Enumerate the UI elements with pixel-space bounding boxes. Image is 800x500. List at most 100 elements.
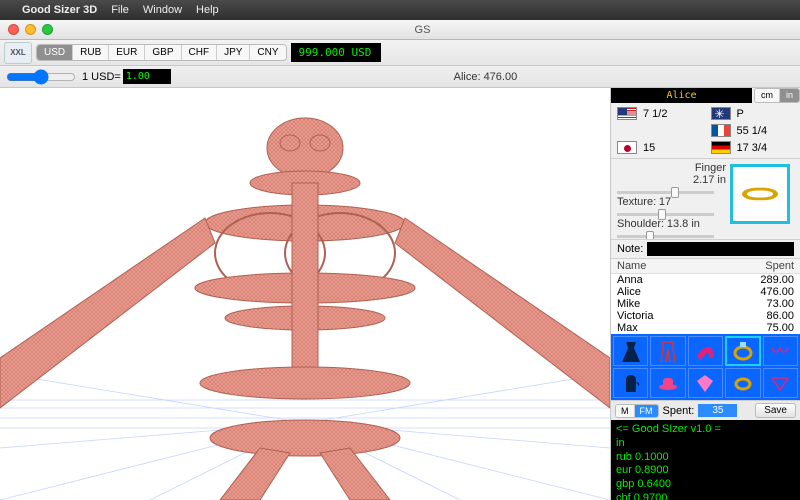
cat-bra[interactable]: [763, 336, 798, 366]
cat-heel[interactable]: [688, 336, 723, 366]
cat-ring2[interactable]: [725, 368, 760, 398]
finger-label: Finger: [695, 162, 726, 174]
ring-icon: [732, 340, 754, 362]
note-label: Note:: [617, 243, 643, 255]
flag-jp-icon: [617, 141, 637, 154]
table-row: Mike73.00: [611, 298, 800, 310]
sidebar: Alice cm in 7 1/2 P 55 1/4 15 17 3/4 Fin…: [610, 88, 800, 500]
3d-viewport[interactable]: [0, 88, 610, 500]
save-button[interactable]: Save: [755, 403, 796, 418]
toolbar: XXL USD RUB EUR GBP CHF JPY CNY 999.000 …: [0, 40, 800, 66]
console-line: in: [616, 437, 795, 451]
rate-input[interactable]: [123, 69, 171, 84]
size-fr: 55 1/4: [737, 125, 768, 137]
table-row: Anna289.00: [611, 274, 800, 286]
cat-ring[interactable]: [725, 336, 760, 366]
size-uk: P: [737, 108, 744, 120]
currency-eur[interactable]: EUR: [109, 45, 145, 60]
size-us: 7 1/2: [643, 108, 667, 120]
unit-cm[interactable]: cm: [755, 89, 780, 102]
currency-rub[interactable]: RUB: [73, 45, 109, 60]
window-titlebar: GS: [0, 20, 800, 40]
flag-de-icon: [711, 141, 731, 154]
window-title: GS: [53, 24, 792, 36]
console-line: rub 0.1000: [616, 451, 795, 465]
size-de: 17 3/4: [737, 142, 768, 154]
zoom-icon[interactable]: [42, 24, 53, 35]
currency-segmented[interactable]: USD RUB EUR GBP CHF JPY CNY: [36, 44, 287, 61]
ring-icon: [742, 188, 778, 201]
people-table[interactable]: NameSpent Anna289.00 Alice476.00 Mike73.…: [611, 258, 800, 334]
menu-file[interactable]: File: [111, 4, 129, 16]
console-output: <= Good SIzer v1.0 = in rub 0.1000 eur 0…: [611, 420, 800, 500]
table-row: Alice476.00: [611, 286, 800, 298]
hat-icon: [657, 372, 679, 394]
texture-slider[interactable]: [617, 213, 714, 216]
table-row: Victoria86.00: [611, 310, 800, 322]
finger-value: 2.17 in: [693, 174, 726, 186]
note-input[interactable]: [647, 242, 794, 256]
heel-icon: [694, 340, 716, 362]
cat-gem[interactable]: [688, 368, 723, 398]
finger-slider[interactable]: [617, 191, 714, 194]
currency-usd[interactable]: USD: [37, 45, 73, 60]
cat-hat[interactable]: [650, 368, 685, 398]
ring2-icon: [732, 372, 754, 394]
flag-fr-icon: [711, 124, 731, 137]
console-line: eur 0.8900: [616, 464, 795, 478]
unit-in[interactable]: in: [780, 89, 799, 102]
seg-m[interactable]: M: [616, 405, 635, 417]
secondary-toolbar: 1 USD= Alice: 476.00: [0, 66, 800, 88]
texture-label: Texture:: [617, 196, 656, 208]
cat-panty[interactable]: [763, 368, 798, 398]
profile-name[interactable]: Alice: [611, 88, 752, 103]
mannequin-graphic: [0, 88, 610, 500]
col-name[interactable]: Name: [617, 260, 765, 272]
console-line: <= Good SIzer v1.0 =: [616, 423, 795, 437]
flag-us-icon: [617, 107, 637, 120]
menu-window[interactable]: Window: [143, 4, 182, 16]
close-icon[interactable]: [8, 24, 19, 35]
dress-icon: [620, 340, 642, 362]
country-sizes: 7 1/2 P 55 1/4 15 17 3/4: [611, 103, 800, 158]
app-logo-icon: XXL: [4, 42, 32, 64]
rate-prefix: 1 USD=: [82, 71, 121, 83]
cat-pants[interactable]: [650, 336, 685, 366]
glove-icon: [620, 372, 642, 394]
ring-preview: [730, 164, 790, 224]
viewport-caption: Alice: 476.00: [177, 71, 794, 83]
texture-value: 17: [659, 196, 671, 208]
console-line: chf 0.9700: [616, 492, 795, 500]
pants-icon: [657, 340, 679, 362]
flag-uk-icon: [711, 107, 731, 120]
spent-label: Spent:: [663, 405, 695, 417]
menu-help[interactable]: Help: [196, 4, 219, 16]
shoulder-slider[interactable]: [617, 235, 714, 238]
minimize-icon[interactable]: [25, 24, 36, 35]
col-spent[interactable]: Spent: [765, 260, 794, 272]
price-display: 999.000 USD: [291, 43, 381, 62]
bra-icon: [769, 340, 791, 362]
gender-segmented[interactable]: M FM: [615, 404, 659, 418]
category-grid[interactable]: [611, 334, 800, 400]
console-line: gbp 0.6400: [616, 478, 795, 492]
currency-gbp[interactable]: GBP: [145, 45, 181, 60]
currency-chf[interactable]: CHF: [182, 45, 218, 60]
currency-cny[interactable]: CNY: [250, 45, 285, 60]
size-jp: 15: [643, 142, 655, 154]
cat-dress[interactable]: [613, 336, 648, 366]
currency-jpy[interactable]: JPY: [217, 45, 250, 60]
toolbar-slider[interactable]: [6, 69, 76, 85]
exchange-rate: 1 USD=: [82, 69, 171, 84]
gem-icon: [694, 372, 716, 394]
app-name[interactable]: Good Sizer 3D: [22, 4, 97, 16]
macos-menubar: Good Sizer 3D File Window Help: [0, 0, 800, 20]
table-row: Max75.00: [611, 322, 800, 334]
shoulder-value: 13.8 in: [667, 218, 700, 230]
shoulder-label: Shoulder:: [617, 218, 664, 230]
unit-segmented[interactable]: cm in: [754, 88, 800, 103]
spent-value: 35: [698, 404, 737, 417]
cat-glove[interactable]: [613, 368, 648, 398]
spent-bar: M FM Spent: 35 Save: [611, 400, 800, 420]
seg-fm[interactable]: FM: [635, 405, 658, 417]
